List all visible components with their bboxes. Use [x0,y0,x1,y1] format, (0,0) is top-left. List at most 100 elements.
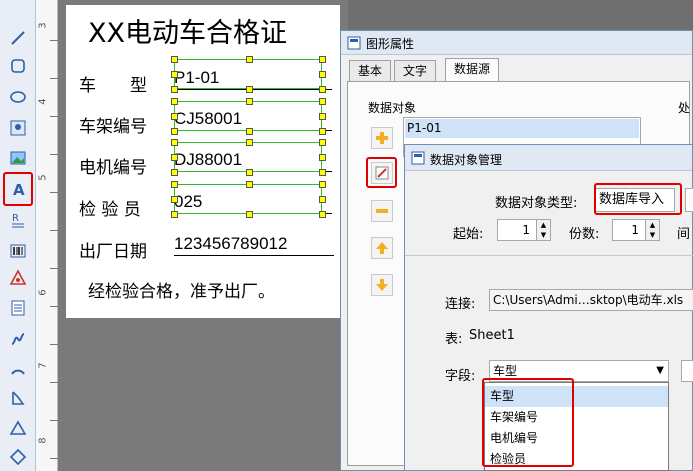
resize-handle[interactable] [171,86,178,93]
selection-box [174,184,322,214]
resize-handle[interactable] [171,71,178,78]
spin-buttons[interactable]: ▲ ▼ [536,220,550,240]
type-select-arrow[interactable] [685,188,693,212]
barcode-icon[interactable] [6,239,30,263]
connection-label: 连接: [445,297,476,312]
resize-handle[interactable] [246,128,253,135]
remove-button[interactable] [371,200,393,222]
copies-input[interactable]: 1 ▲ ▼ [612,219,660,241]
edit-highlight [366,157,397,188]
selection-box [174,59,322,89]
resize-handle[interactable] [171,56,178,63]
spin-buttons[interactable]: ▲ ▼ [645,220,659,240]
resize-handle[interactable] [319,154,326,161]
divider [405,255,693,256]
label-title[interactable]: XX电动车合格证 [88,11,287,50]
resize-handle[interactable] [171,196,178,203]
resize-handle[interactable] [171,211,178,218]
resize-handle[interactable] [171,139,178,146]
qrcode-icon[interactable] [6,266,30,290]
label-card[interactable]: XX电动车合格证 车 型 P1-01 车架编号 CJ58001 电机编号 DJ8… [66,5,340,318]
resize-handle[interactable] [171,128,178,135]
resize-handle[interactable] [246,181,253,188]
label-row-name[interactable]: 车 型 [79,71,147,96]
ellipse-icon[interactable] [6,85,30,109]
tab-datasource[interactable]: 数据源 [445,58,500,82]
triangle-icon[interactable] [6,416,30,440]
label-row-name[interactable]: 电机编号 [79,153,147,178]
ruler-mark: 5 [37,174,49,181]
resize-handle[interactable] [171,113,178,120]
move-up-button[interactable] [371,237,393,259]
app-icon [411,151,425,165]
move-down-button[interactable] [371,274,393,296]
resize-handle[interactable] [171,154,178,161]
arrow-up-icon [376,242,388,254]
label-row-name[interactable]: 车架编号 [79,112,147,137]
label-row-value[interactable]: 123456789012 [174,234,334,256]
diamond-icon[interactable] [6,445,30,469]
dialog-titlebar[interactable]: 图形属性 [341,31,692,55]
connection-input[interactable]: C:\Users\Admi…sktop\电动车.xls [489,289,693,311]
table-icon[interactable] [6,296,30,320]
list-item[interactable]: P1-01 [405,119,639,138]
copies-value: 1 [631,223,639,237]
resize-handle[interactable] [319,56,326,63]
arc-icon[interactable] [6,357,30,381]
dialog-titlebar[interactable]: 数据对象管理 [405,145,692,171]
resize-handle[interactable] [246,211,253,218]
section-label-right: 处 [678,101,691,115]
section-label: 数据对象 [368,101,417,115]
resize-handle[interactable] [246,98,253,105]
resize-handle[interactable] [171,181,178,188]
ruler-mark: 8 [37,437,49,444]
resize-handle[interactable] [171,169,178,176]
line-icon[interactable] [6,26,30,50]
arrow-down-icon [376,279,388,291]
selection-box [174,101,322,131]
resize-handle[interactable] [319,181,326,188]
resize-handle[interactable] [319,169,326,176]
resize-handle[interactable] [246,139,253,146]
resize-handle[interactable] [246,169,253,176]
resize-handle[interactable] [319,98,326,105]
start-value: 1 [522,223,530,237]
field-extra-button[interactable] [681,360,693,382]
copies-label: 份数: [569,227,600,242]
text-tool-highlight [3,172,33,206]
resize-handle[interactable] [319,139,326,146]
label-row-name[interactable]: 检 验 员 [79,195,141,220]
resize-handle[interactable] [319,211,326,218]
resize-handle[interactable] [319,128,326,135]
label-footer[interactable]: 经检验合格，准予出厂。 [88,277,275,302]
minus-icon [376,209,388,213]
resize-handle[interactable] [319,196,326,203]
start-label: 起始: [453,227,484,242]
vertical-ruler: 3 4 5 6 7 8 [36,0,58,471]
start-input[interactable]: 1 ▲ ▼ [497,219,551,241]
rounded-rect-icon[interactable] [6,54,30,78]
image-icon[interactable] [6,116,30,140]
resize-handle[interactable] [319,71,326,78]
resize-handle[interactable] [319,113,326,120]
rich-text-icon[interactable]: R [6,208,30,232]
field-label: 字段: [445,369,476,384]
label-row-name[interactable]: 出厂日期 [79,237,147,262]
tab-text[interactable]: 文字 [394,60,437,82]
tab-basic[interactable]: 基本 [349,60,392,82]
app-icon [347,36,361,50]
type-highlight [594,183,682,215]
field-select-value: 车型 [493,364,518,378]
polygon-icon[interactable] [6,386,30,410]
table-label: 表: [445,332,463,347]
dialog-title: 图形属性 [366,37,415,51]
resize-handle[interactable] [319,86,326,93]
add-button[interactable] [371,127,393,149]
chevron-down-icon[interactable]: ▼ [656,361,664,381]
resize-handle[interactable] [246,86,253,93]
picture-icon[interactable] [6,146,30,170]
interval-label: 间 [677,227,691,242]
curve-icon[interactable] [6,327,30,351]
resize-handle[interactable] [246,56,253,63]
resize-handle[interactable] [171,98,178,105]
